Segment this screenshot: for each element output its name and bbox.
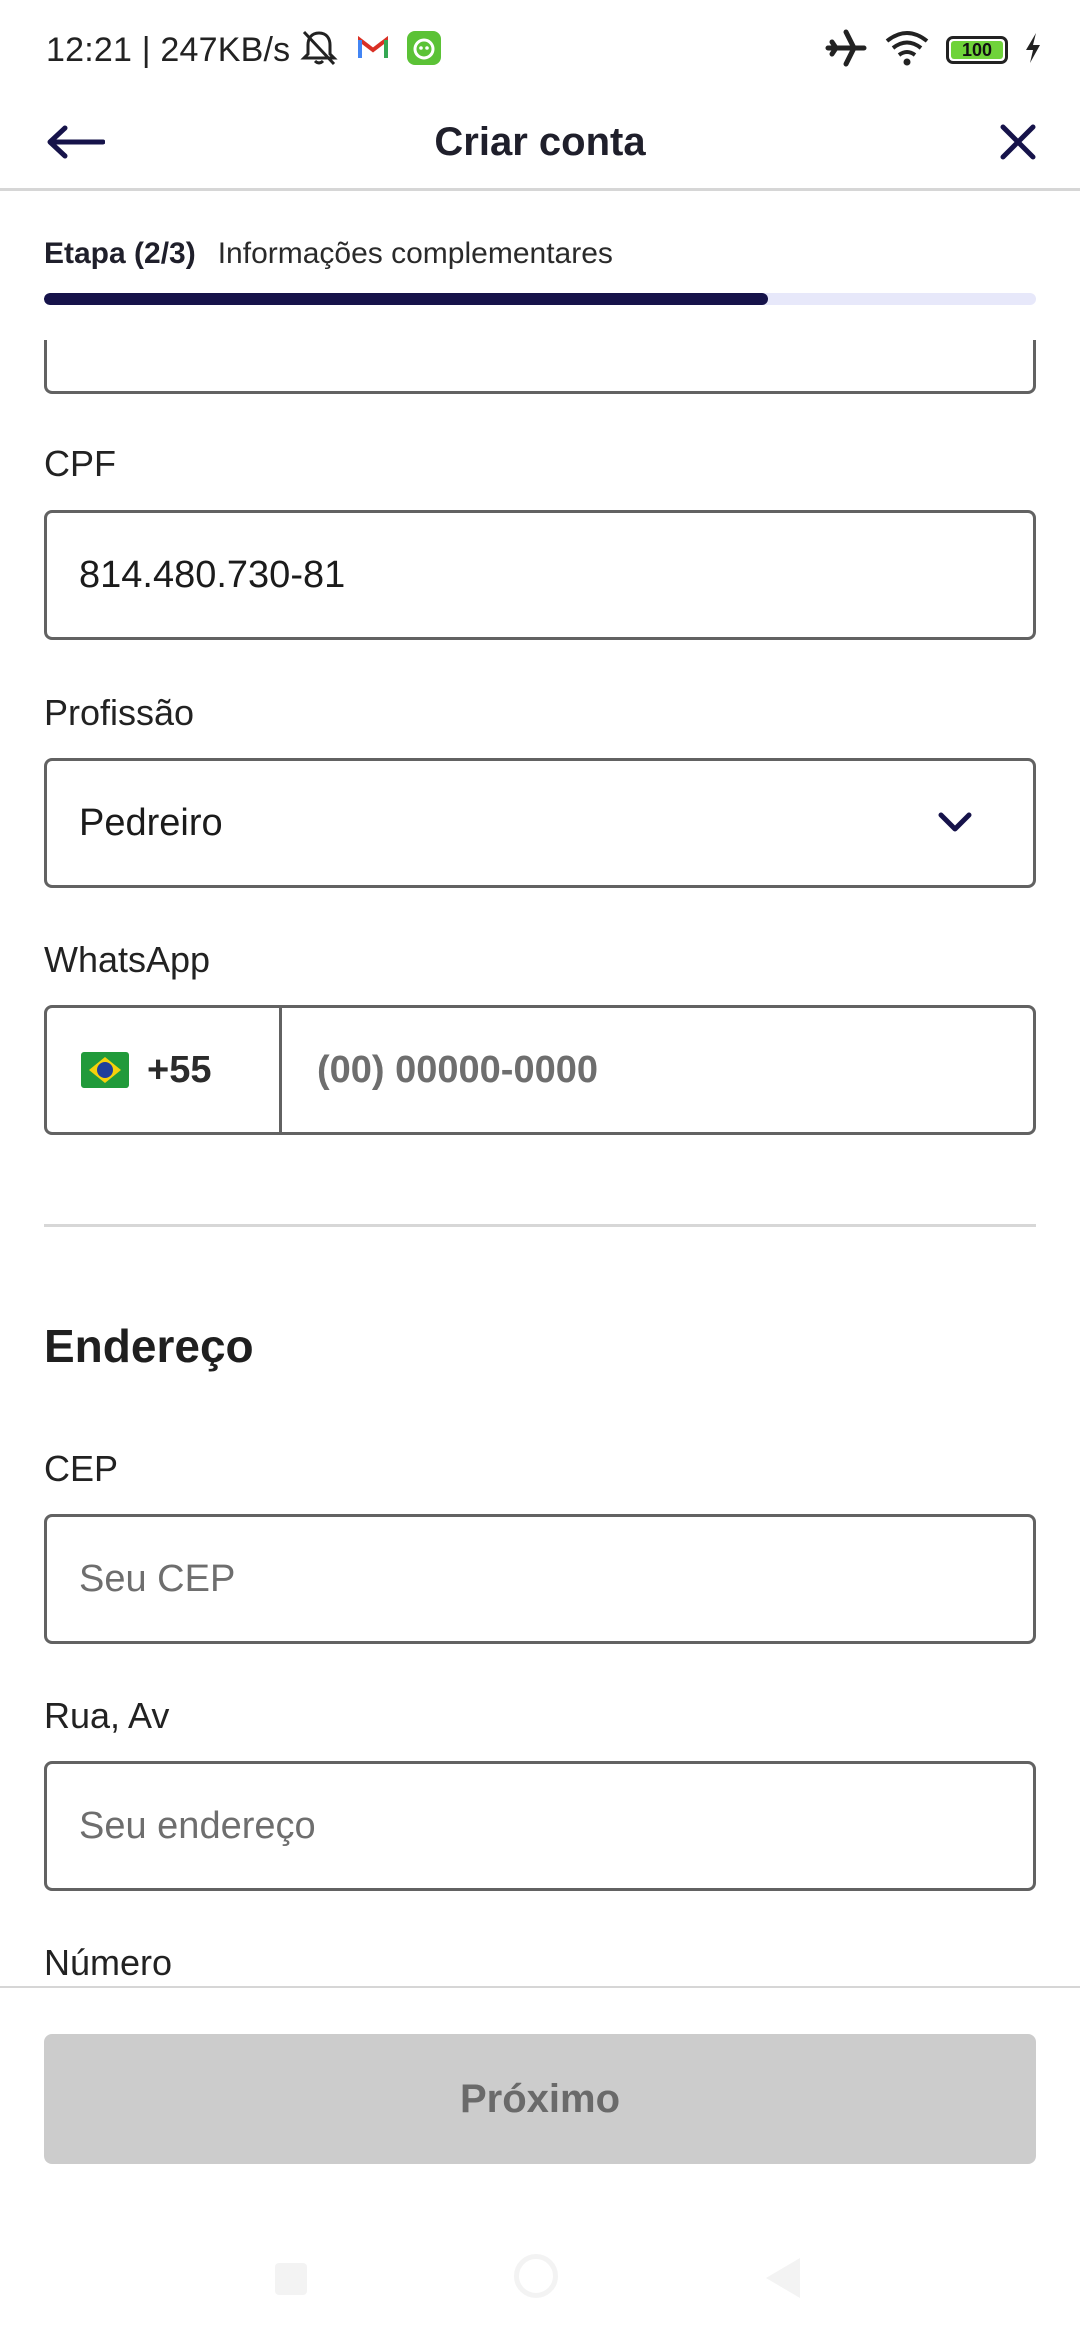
step-label: Etapa (2/3)	[44, 237, 196, 270]
previous-field-input[interactable]	[44, 340, 1036, 394]
address-section-title: Endereço	[44, 1320, 254, 1372]
home-button[interactable]	[514, 2254, 558, 2298]
profissao-label: Profissão	[44, 692, 195, 733]
airplane-icon	[824, 28, 868, 73]
rua-label: Rua, Av	[44, 1695, 170, 1736]
numero-label: Número	[44, 1942, 173, 1983]
profissao-value: Pedreiro	[79, 801, 223, 844]
cep-placeholder: Seu CEP	[79, 1557, 236, 1600]
gmail-icon	[358, 35, 388, 65]
cpf-label: CPF	[44, 443, 116, 484]
battery-level: 100	[961, 39, 993, 60]
chevron-down-icon	[937, 811, 973, 840]
section-divider	[44, 1224, 1036, 1227]
status-right-icons: 100	[824, 26, 1042, 74]
app-header: Criar conta	[0, 96, 1080, 191]
country-code-selector[interactable]: +55	[47, 1008, 282, 1132]
close-button[interactable]	[986, 114, 1050, 174]
close-icon	[998, 122, 1038, 167]
next-button[interactable]: Próximo	[44, 2034, 1036, 2164]
profissao-select[interactable]: Pedreiro	[44, 758, 1036, 888]
step-indicator: Etapa (2/3) Informações complementares	[44, 232, 613, 276]
back-nav-button[interactable]	[766, 2258, 800, 2298]
rua-input[interactable]: Seu endereço	[44, 1761, 1036, 1891]
brazil-flag-icon	[81, 1052, 129, 1088]
status-time: 12:21 | 247KB/s	[46, 31, 291, 69]
country-code: +55	[147, 1048, 212, 1091]
wifi-icon	[884, 29, 930, 72]
whatsapp-input[interactable]: (00) 00000-0000	[317, 1008, 598, 1132]
mute-bell-icon	[298, 28, 340, 73]
battery-icon: 100	[946, 36, 1008, 64]
status-left-icons	[298, 28, 442, 72]
recent-apps-button[interactable]	[275, 2263, 307, 2295]
progress-bar	[44, 293, 1036, 305]
cpf-input[interactable]: 814.480.730-81	[44, 510, 1036, 640]
page-title: Criar conta	[434, 120, 646, 164]
app-icon	[406, 30, 442, 71]
whatsapp-field: +55 (00) 00000-0000	[44, 1005, 1036, 1135]
cpf-value: 814.480.730-81	[79, 553, 346, 596]
step-description: Informações complementares	[217, 237, 613, 270]
cep-label: CEP	[44, 1448, 119, 1489]
rua-placeholder: Seu endereço	[79, 1804, 316, 1847]
charging-icon	[1024, 32, 1042, 69]
whatsapp-label: WhatsApp	[44, 939, 211, 980]
cep-input[interactable]: Seu CEP	[44, 1514, 1036, 1644]
progress-fill	[44, 293, 769, 305]
